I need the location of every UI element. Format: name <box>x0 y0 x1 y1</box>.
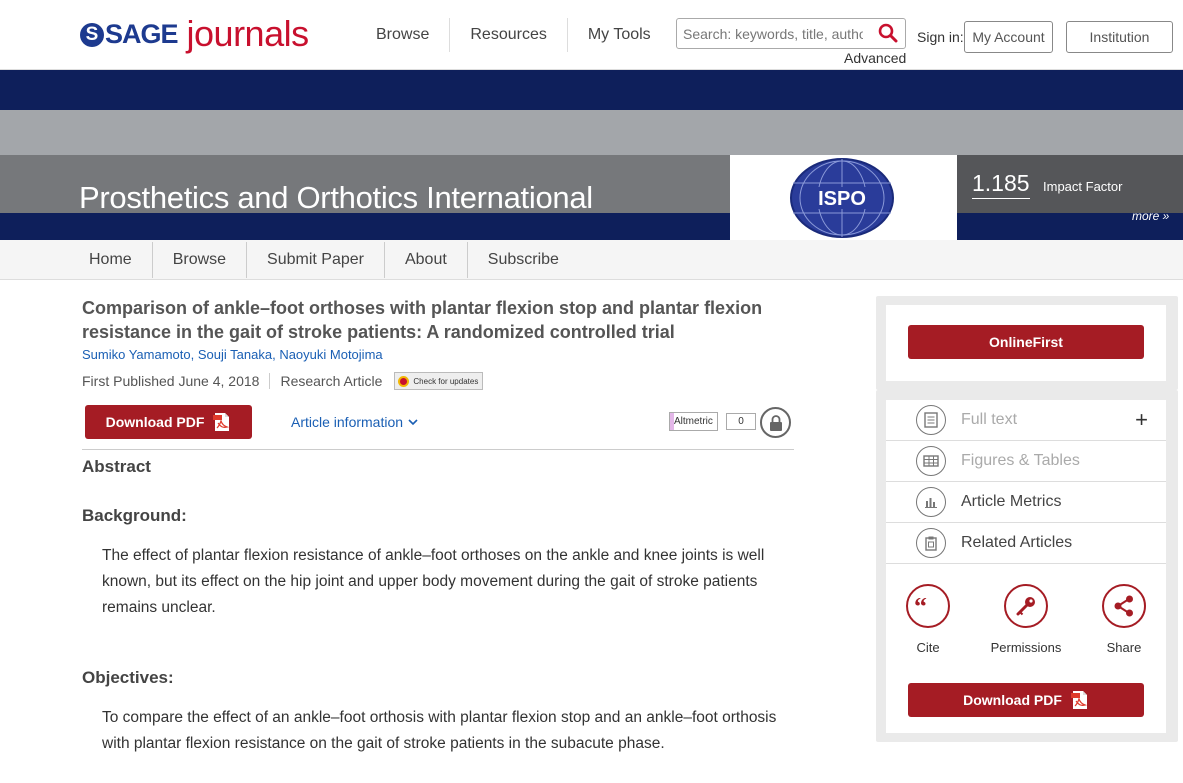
author-separator: , <box>190 347 198 362</box>
expand-plus-icon[interactable]: + <box>1135 409 1148 431</box>
access-lock-icon <box>760 407 791 438</box>
article-information-toggle[interactable]: Article information <box>291 414 418 430</box>
author-link[interactable]: Souji Tanaka <box>198 347 272 362</box>
sidebar-item-label: Article Metrics <box>961 493 1062 510</box>
my-account-button[interactable]: My Account <box>964 21 1053 53</box>
share-button[interactable]: Share <box>1079 584 1169 655</box>
table-icon <box>916 446 946 476</box>
journal-navigation: Home Browse Submit Paper About Subscribe <box>0 240 1183 280</box>
search-icon[interactable] <box>878 23 898 43</box>
search-box <box>676 18 906 49</box>
journal-nav-about[interactable]: About <box>385 242 468 278</box>
banner-grey-band <box>0 110 1183 155</box>
download-pdf-label: Download PDF <box>963 692 1062 708</box>
info-divider <box>269 373 271 389</box>
author-list: Sumiko Yamamoto, Souji Tanaka, Naoyuki M… <box>82 347 383 362</box>
sidebar-item-article-metrics[interactable]: Article Metrics <box>886 482 1166 523</box>
sidebar-item-full-text[interactable]: Full text + <box>886 400 1166 441</box>
svg-text:„: „ <box>928 598 941 614</box>
article-sections-menu: Full text + Figures & Tables Article Met… <box>886 400 1166 564</box>
impact-factor-value: 1.185 <box>972 170 1030 199</box>
permissions-button[interactable]: Permissions <box>981 584 1071 655</box>
impact-factor-more-link[interactable]: more » <box>1132 209 1169 223</box>
article-type: Research Article <box>280 373 383 389</box>
ispo-logo-text: ISPO <box>818 188 866 210</box>
share-label: Share <box>1106 640 1142 655</box>
impact-factor-label: Impact Factor <box>1043 179 1123 194</box>
sidebar-item-label: Figures & Tables <box>961 452 1080 469</box>
clipboard-icon <box>916 528 946 558</box>
nav-resources[interactable]: Resources <box>450 18 568 52</box>
sage-journals-logo[interactable]: S SAGE journals <box>80 14 309 54</box>
nav-my-tools[interactable]: My Tools <box>568 18 671 52</box>
author-link[interactable]: Naoyuki Motojima <box>279 347 382 362</box>
banner-bottom-band <box>0 213 730 240</box>
institution-button[interactable]: Institution <box>1066 21 1173 53</box>
site-header: S SAGE journals Browse Resources My Tool… <box>0 0 1183 70</box>
sign-in-label: Sign in: <box>917 29 964 45</box>
journals-logo-text: journals <box>186 13 310 54</box>
altmetric-count[interactable]: 0 <box>726 413 756 430</box>
publication-date: First Published June 4, 2018 <box>82 373 260 389</box>
sage-logo-text: SAGE <box>105 18 179 49</box>
article-actions: “ „ Cite Permissions Share <box>886 564 1166 664</box>
article-information-label: Article information <box>291 414 404 430</box>
section-divider <box>82 449 794 450</box>
altmetric-badge[interactable]: Altmetric <box>669 412 718 431</box>
sidebar-item-figures-tables[interactable]: Figures & Tables <box>886 441 1166 482</box>
journal-nav-home[interactable]: Home <box>69 242 153 278</box>
journal-nav-browse[interactable]: Browse <box>153 242 248 278</box>
background-text: The effect of plantar flexion resistance… <box>102 547 765 616</box>
bar-chart-icon <box>916 487 946 517</box>
author-link[interactable]: Sumiko Yamamoto <box>82 347 191 362</box>
lock-icon <box>769 414 782 431</box>
abstract-heading: Abstract <box>82 457 151 476</box>
banner-top-band <box>0 70 1183 110</box>
crossmark-icon <box>398 375 410 387</box>
objectives-text: To compare the effect of an ankle–foot o… <box>102 709 777 752</box>
check-for-updates-label: Check for updates <box>413 376 479 386</box>
share-icon <box>1102 584 1146 628</box>
sidebar-item-related-articles[interactable]: Related Articles <box>886 523 1166 564</box>
online-first-button[interactable]: OnlineFirst <box>908 325 1144 359</box>
cite-label: Cite <box>916 640 940 655</box>
quote-icon: “ „ <box>906 584 950 628</box>
document-icon <box>916 405 946 435</box>
journal-title[interactable]: Prosthetics and Orthotics International <box>79 180 593 216</box>
download-pdf-button[interactable]: Download PDF <box>85 405 252 439</box>
pdf-file-icon <box>1070 691 1088 709</box>
sidebar-download-pdf-button[interactable]: Download PDF <box>908 683 1144 717</box>
journal-nav-subscribe[interactable]: Subscribe <box>468 242 579 278</box>
nav-browse[interactable]: Browse <box>356 18 451 52</box>
background-heading: Background: <box>82 506 187 525</box>
sage-logo-mark: S <box>80 23 104 47</box>
journal-nav-submit-paper[interactable]: Submit Paper <box>247 242 385 278</box>
svg-text:“: “ <box>914 598 927 614</box>
search-input[interactable] <box>677 19 869 48</box>
check-for-updates-button[interactable]: Check for updates <box>394 372 484 390</box>
sidebar-item-label: Full text <box>961 411 1018 428</box>
key-icon <box>1004 584 1048 628</box>
sidebar-item-label: Related Articles <box>961 534 1073 551</box>
pdf-file-icon <box>213 413 230 431</box>
publication-info: First Published June 4, 2018 Research Ar… <box>82 372 484 390</box>
ispo-logo: ISPO <box>790 158 894 238</box>
permissions-label: Permissions <box>990 640 1062 655</box>
advanced-search-link[interactable]: Advanced <box>844 50 906 66</box>
top-navigation: Browse Resources My Tools <box>356 18 671 52</box>
download-pdf-label: Download PDF <box>105 414 205 430</box>
chevron-down-icon <box>408 419 418 426</box>
objectives-heading: Objectives: <box>82 668 174 687</box>
cite-button[interactable]: “ „ Cite <box>883 584 973 655</box>
article-title: Comparison of ankle–foot orthoses with p… <box>82 298 763 342</box>
